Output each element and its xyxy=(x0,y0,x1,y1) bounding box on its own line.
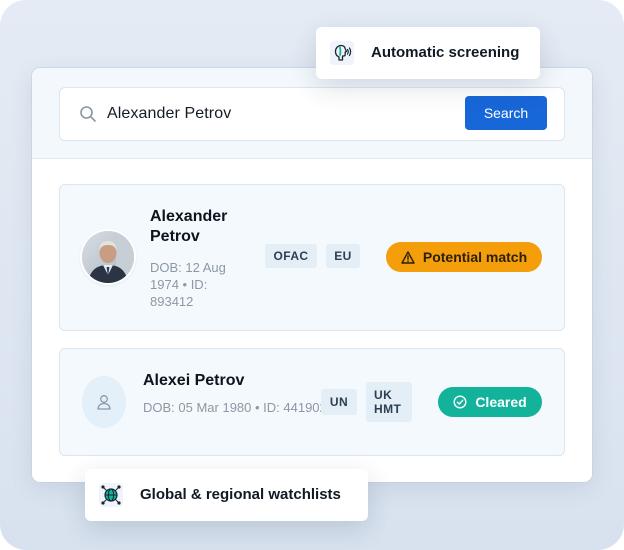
watchlist-tag: UN xyxy=(321,389,357,415)
avatar xyxy=(82,376,126,428)
result-name: Alexander Petrov xyxy=(150,208,228,245)
avatar xyxy=(82,231,134,283)
person-icon xyxy=(97,395,111,410)
check-circle-icon xyxy=(453,395,467,409)
globe-network-icon xyxy=(99,483,123,507)
result-card[interactable]: Alexei Petrov DOB: 05 Mar 1980 • ID: 441… xyxy=(59,348,565,456)
search-icon xyxy=(80,106,96,122)
global-watchlists-callout: Global & regional watchlists xyxy=(85,469,368,521)
callout-label: Automatic screening xyxy=(371,44,520,61)
automatic-screening-callout: Automatic screening xyxy=(316,27,540,79)
status-badge: Cleared xyxy=(438,387,542,417)
warning-icon xyxy=(401,251,415,264)
callout-label: Global & regional watchlists xyxy=(140,486,341,503)
watchlist-tag: EU xyxy=(326,244,360,268)
status-badge: Potential match xyxy=(386,242,542,272)
watchlist-tag: UK HMT xyxy=(366,382,412,422)
head-sound-icon xyxy=(330,41,354,65)
result-details: DOB: 12 Aug 1974 • ID: 893412 xyxy=(150,260,226,309)
watchlist-tag-line: UK xyxy=(374,388,393,402)
search-input[interactable]: Alexander Petrov xyxy=(107,88,231,140)
result-name: Alexei Petrov xyxy=(143,372,245,389)
status-label: Potential match xyxy=(422,249,528,265)
status-label: Cleared xyxy=(475,394,527,410)
result-card[interactable]: Alexander Petrov DOB: 12 Aug 1974 • ID: … xyxy=(59,184,565,331)
search-area: Alexander Petrov Search xyxy=(32,68,592,159)
result-details: DOB: 05 Mar 1980 • ID: 441902 xyxy=(143,400,327,415)
avatar-photo xyxy=(82,231,134,283)
watchlist-tag: OFAC xyxy=(265,244,317,268)
screening-panel: Alexander Petrov Search Alexander Petrov… xyxy=(32,68,592,482)
search-box: Alexander Petrov Search xyxy=(59,87,565,141)
watchlist-tag-line: HMT xyxy=(374,402,402,416)
search-button[interactable]: Search xyxy=(465,96,547,130)
